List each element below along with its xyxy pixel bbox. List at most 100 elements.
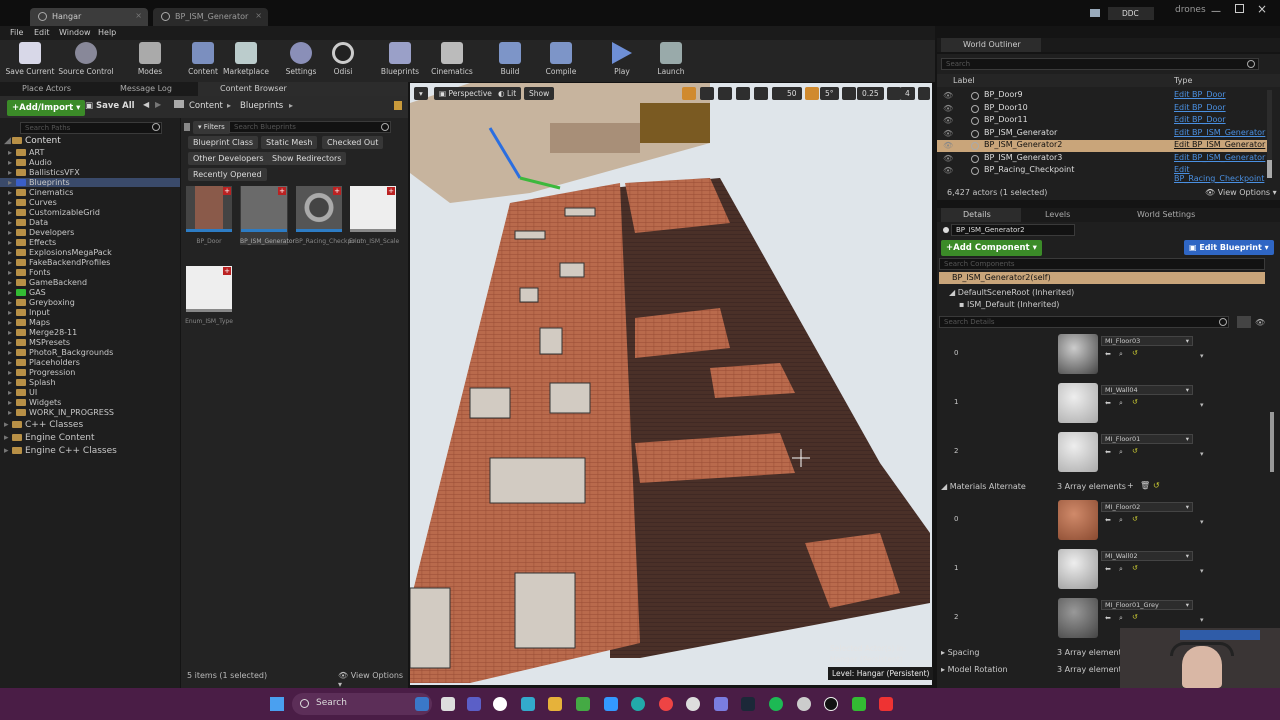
filter-checked-out[interactable]: Checked Out xyxy=(322,136,384,149)
eye-icon[interactable]: 👁 xyxy=(943,91,953,100)
angle-size-button[interactable]: 5° xyxy=(820,87,839,100)
material-select[interactable]: MI_Wall04 ▾ xyxy=(1101,385,1193,395)
taskbar-teams-icon[interactable] xyxy=(467,697,481,711)
search-paths-input[interactable]: Search Paths xyxy=(20,122,162,134)
component-ism-default[interactable]: ▪ ISM_Default (Inherited) xyxy=(959,300,1059,309)
add-import-button[interactable]: +Add/Import ▾ xyxy=(7,100,86,116)
breadcrumb-blueprints[interactable]: Blueprints xyxy=(240,101,283,111)
chevron-down-icon[interactable]: ▾ xyxy=(1200,450,1204,458)
menu-window[interactable]: Window xyxy=(59,28,91,37)
tree-item[interactable]: ▸ Maps xyxy=(0,318,180,327)
details-scrollbar[interactable] xyxy=(1270,412,1274,472)
reset-icon[interactable]: ↺ xyxy=(1132,398,1138,406)
tree-item[interactable]: ▸ Curves xyxy=(0,198,180,207)
tree-item[interactable]: ▸ Placeholders xyxy=(0,358,180,367)
taskbar-app-icon[interactable] xyxy=(686,697,700,711)
menu-edit[interactable]: Edit xyxy=(34,28,50,37)
taskbar-taskview-icon[interactable] xyxy=(441,697,455,711)
close-icon[interactable]: × xyxy=(255,11,262,20)
browse-icon[interactable]: ⌕ xyxy=(1119,350,1123,359)
column-label[interactable]: Label xyxy=(953,76,975,85)
save-all-button[interactable]: ▣ Save All xyxy=(85,101,135,111)
tree-item[interactable]: ▸ PhotoR_Backgrounds xyxy=(0,348,180,357)
browse-icon[interactable]: ⌕ xyxy=(1119,516,1123,525)
chevron-down-icon[interactable]: ▾ xyxy=(1200,518,1204,526)
material-select[interactable]: MI_Wall02 ▾ xyxy=(1101,551,1193,561)
tree-item[interactable]: ▸ Widgets xyxy=(0,398,180,407)
tree-item[interactable]: ▸ Progression xyxy=(0,368,180,377)
material-thumbnail[interactable] xyxy=(1058,432,1098,472)
close-window-button[interactable]: × xyxy=(1257,2,1267,16)
eye-icon[interactable]: 👁 xyxy=(943,166,953,175)
taskbar-app-icon[interactable] xyxy=(521,697,535,711)
tree-item-cpp-classes[interactable]: ▸ C++ Classes xyxy=(0,420,180,430)
column-type[interactable]: Type xyxy=(1174,76,1192,85)
browse-icon[interactable]: ⌕ xyxy=(1119,614,1123,623)
material-select[interactable]: MI_Floor01 ▾ xyxy=(1101,434,1193,444)
tree-item[interactable]: ▸ Cinematics xyxy=(0,188,180,197)
filters-button[interactable]: ▾ Filters xyxy=(193,121,230,134)
tree-item[interactable]: ▸ Greyboxing xyxy=(0,298,180,307)
tree-item-engine-cpp-classes[interactable]: ▸ Engine C++ Classes xyxy=(0,446,180,456)
property-matrix-icon[interactable] xyxy=(1237,316,1251,328)
maximize-viewport-icon[interactable] xyxy=(918,87,930,100)
edit-blueprint-button[interactable]: ▣ Edit Blueprint ▾ xyxy=(1184,240,1274,255)
tree-item[interactable]: ▸ FakeBackendProfiles xyxy=(0,258,180,267)
filter-recently-opened[interactable]: Recently Opened xyxy=(188,168,267,181)
outliner-scrollbar[interactable] xyxy=(1267,90,1272,178)
marketplace-button[interactable]: Marketplace xyxy=(221,42,271,80)
chevron-down-icon[interactable]: ▾ xyxy=(1200,616,1204,624)
outliner-row[interactable]: 👁 BP_Racing_Checkpoint Edit BP_Racing_Chec… xyxy=(937,165,1267,183)
asset-enum-ism-type[interactable]: + Enum_ISM_Type xyxy=(185,266,233,325)
outliner-row[interactable]: 👁 BP_ISM_Generator3 Edit BP_ISM_Generator xyxy=(937,153,1267,165)
tree-item[interactable]: ▸ UI xyxy=(0,388,180,397)
chevron-down-icon[interactable]: ▾ xyxy=(1200,567,1204,575)
asset-enum-ism-scale[interactable]: + Enum_ISM_Scale xyxy=(349,186,399,245)
tree-item[interactable]: ▸ WORK_IN_PROGRESS xyxy=(0,408,180,417)
scale-icon[interactable] xyxy=(718,87,732,100)
scale-snap-icon[interactable] xyxy=(842,87,856,100)
windows-start-icon[interactable] xyxy=(270,697,284,711)
taskbar-app-icon[interactable] xyxy=(797,697,811,711)
taskbar-github-icon[interactable] xyxy=(493,697,507,711)
search-blueprints-input[interactable]: Search Blueprints xyxy=(229,121,391,133)
reset-icon[interactable]: ↺ xyxy=(1132,349,1138,357)
tree-item[interactable]: ▸ ExplosionsMegaPack xyxy=(0,248,180,257)
rotate-icon[interactable] xyxy=(700,87,714,100)
material-select[interactable]: MI_Floor03 ▾ xyxy=(1101,336,1193,346)
filter-show-redirectors[interactable]: Show Redirectors xyxy=(267,152,347,165)
eye-icon[interactable]: 👁 xyxy=(943,141,953,150)
tree-item[interactable]: ▸ Developers xyxy=(0,228,180,237)
viewport-menu-button[interactable]: ▾ xyxy=(414,87,428,100)
tree-item[interactable]: ▸ Blueprints xyxy=(0,178,180,187)
save-current-button[interactable]: Save Current xyxy=(5,42,55,80)
cinematics-button[interactable]: Cinematics xyxy=(427,42,477,80)
outliner-search-input[interactable]: Search xyxy=(941,58,1259,70)
taskbar-search[interactable]: Search xyxy=(292,693,432,715)
camera-speed-button[interactable]: 4 xyxy=(900,87,915,100)
material-select[interactable]: MI_Floor02 ▾ xyxy=(1101,502,1193,512)
tree-item[interactable]: ▸ Data xyxy=(0,218,180,227)
outliner-row[interactable]: 👁 BP_Door10 Edit BP_Door xyxy=(937,103,1267,115)
show-button[interactable]: Show xyxy=(524,87,555,100)
add-component-button[interactable]: +Add Component ▾ xyxy=(941,240,1042,256)
tree-item[interactable]: ▸ BallisticsVFX xyxy=(0,168,180,177)
tree-item[interactable]: ▸ GAS xyxy=(0,288,180,297)
eye-icon[interactable]: 👁 xyxy=(943,104,953,113)
browse-icon[interactable]: ⌕ xyxy=(1119,399,1123,408)
filter-blueprint-class[interactable]: Blueprint Class xyxy=(188,136,259,149)
tree-item[interactable]: ▸ ART xyxy=(0,148,180,157)
tab-details[interactable]: Details xyxy=(941,208,1021,222)
eye-icon[interactable]: 👁 xyxy=(943,154,953,163)
taskbar-app-icon[interactable] xyxy=(415,697,429,711)
reset-icon[interactable]: ↺ xyxy=(1132,564,1138,572)
material-thumbnail[interactable] xyxy=(1058,334,1098,374)
outliner-row[interactable]: 👁 BP_ISM_Generator2 Edit BP_ISM_Generator xyxy=(937,140,1267,152)
outliner-row[interactable]: 👁 BP_ISM_Generator Edit BP_ISM_Generator xyxy=(937,128,1267,140)
actor-name-field[interactable]: BP_ISM_Generator2 xyxy=(951,224,1075,236)
tab-place-actors[interactable]: Place Actors xyxy=(0,82,98,96)
angle-snap-icon[interactable] xyxy=(805,87,819,100)
taskbar-app-icon[interactable] xyxy=(604,697,618,711)
level-viewport[interactable] xyxy=(410,83,932,685)
ddc-button[interactable]: DDC xyxy=(1108,7,1154,20)
